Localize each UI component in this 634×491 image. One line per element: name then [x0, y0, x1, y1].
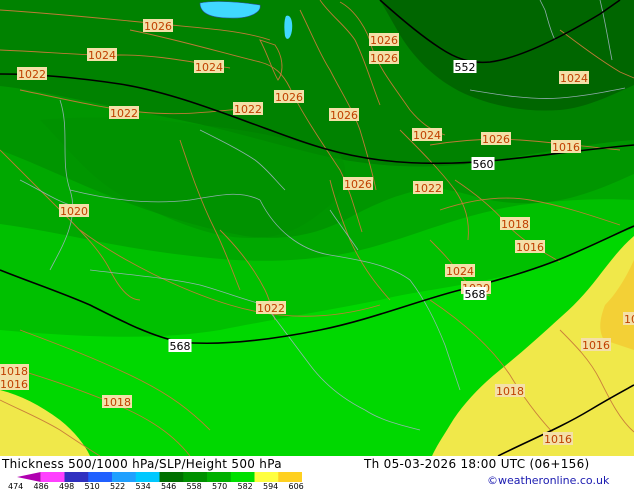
credit-link[interactable]: ©weatheronline.co.uk [487, 474, 609, 487]
scale-swatch [64, 472, 89, 482]
isobar-label: 1026 [330, 109, 358, 122]
isobar-label: 1026 [370, 34, 398, 47]
footer-bar: Thickness 500/1000 hPa/SLP/Height 500 hP… [0, 456, 634, 491]
isobar-label: 1024 [88, 49, 116, 62]
isobar-label: 1026 [144, 20, 172, 33]
isobar-label: 1022 [234, 103, 262, 116]
color-scale [17, 472, 302, 482]
isobar-label: 1016 [516, 241, 544, 254]
isobar-label: 1024 [413, 129, 441, 142]
isobar-label: 1016 [544, 433, 572, 446]
isobar-label: 1018 [0, 365, 28, 378]
height-label: 560 [473, 158, 494, 171]
isobar-label: 1026 [482, 133, 510, 146]
isobar-label: 1016 [0, 378, 28, 391]
isobar-label: 1022 [257, 302, 285, 315]
isobar-label: 1026 [275, 91, 303, 104]
isobar-label: 1022 [110, 107, 138, 120]
isobar-label: 1022 [18, 68, 46, 81]
height-label: 568 [465, 288, 486, 301]
scale-swatch [159, 472, 184, 482]
isobar-label: 1016 [582, 339, 610, 352]
isobar-label: 1020 [60, 205, 88, 218]
isobar-label: 1018 [501, 218, 529, 231]
isobar-label: 1024 [195, 61, 223, 74]
isobar-label: 1022 [414, 182, 442, 195]
valid-time: Th 05-03-2026 18:00 UTC (06+156) [364, 457, 590, 471]
scale-swatch [112, 472, 137, 482]
isobar-label: 10 [624, 313, 634, 326]
scale-swatch [183, 472, 208, 482]
isobar-label: 1026 [370, 52, 398, 65]
scale-swatch [254, 472, 279, 482]
height-label: 568 [170, 340, 191, 353]
map-title: Thickness 500/1000 hPa/SLP/Height 500 hP… [2, 457, 282, 471]
scale-swatch [17, 472, 41, 482]
scale-swatch [40, 472, 65, 482]
scale-swatch [88, 472, 113, 482]
scale-swatch [278, 472, 302, 482]
isobar-label: 1018 [103, 396, 131, 409]
isobar-label: 1016 [552, 141, 580, 154]
map-canvas: 1026 1024 1024 1022 1022 1022 1026 1026 1026 1026… [0, 0, 634, 456]
isobar-label: 1018 [496, 385, 524, 398]
scale-swatch [230, 472, 255, 482]
isobar-label: 1024 [446, 265, 474, 278]
weather-map: 1026 1024 1024 1022 1022 1022 1026 1026 1026 1026… [0, 0, 634, 456]
height-label: 552 [455, 61, 476, 74]
isobar-label: 1024 [560, 72, 588, 85]
isobar-label: 1026 [344, 178, 372, 191]
scale-swatch [135, 472, 160, 482]
scale-swatch [207, 472, 232, 482]
